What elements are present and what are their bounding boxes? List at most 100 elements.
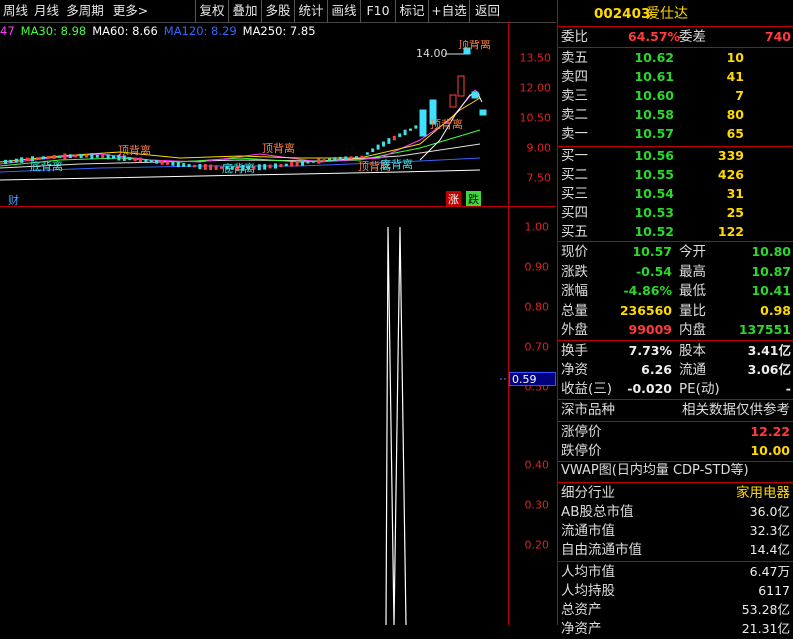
toolbar-item-11[interactable]: +自选: [428, 0, 469, 22]
industry-value[interactable]: 家用电器: [736, 483, 790, 503]
candle: [360, 155, 364, 158]
quote-value: 10.57: [632, 244, 672, 259]
quote-value: -0.54: [635, 263, 672, 279]
weibi-value: 64.57%: [628, 29, 681, 44]
price-tick: 12.00: [519, 81, 552, 95]
asks-row[interactable]: 卖一 10.57 65: [558, 124, 793, 144]
chart-panel[interactable]: 周线 月线 多周期 更多> 复权 叠加 多股 统计 画线 F10 标记 +自选 返回 47 MA30: 8…: [0, 0, 556, 625]
candle: [182, 163, 186, 167]
candle: [209, 164, 213, 171]
toolbar-item-7[interactable]: 统计: [294, 0, 327, 22]
limit-up-tag[interactable]: 涨: [446, 191, 461, 207]
toolbar-item-1[interactable]: 月线: [31, 0, 62, 22]
quote-label: 外盘: [561, 322, 588, 338]
stock-name: 爱仕达: [646, 6, 688, 22]
asks-label: 卖五: [561, 50, 588, 66]
candle: [79, 153, 83, 159]
asks-row[interactable]: 卖三 10.60 7: [558, 86, 793, 106]
candle: [457, 75, 465, 97]
candle: [203, 164, 207, 170]
toolbar-item-2[interactable]: 多周期: [62, 0, 108, 22]
toolbar-item-9[interactable]: F10: [360, 0, 395, 22]
bids-row[interactable]: 买二 10.55 426: [558, 165, 793, 185]
quote-value: -4.86%: [623, 283, 672, 298]
stat-label: 流通: [679, 362, 706, 378]
candle: [214, 165, 218, 170]
toolbar-item-0[interactable]: 周线: [0, 0, 31, 22]
candle: [171, 161, 175, 166]
ma-legend-item: 47: [0, 24, 15, 38]
asks-volume: 7: [735, 88, 744, 103]
limit-row: 涨停价 12.22: [558, 422, 793, 442]
candle: [85, 154, 88, 158]
candle: [106, 154, 110, 160]
quote-label: 最低: [679, 283, 706, 299]
indicator-tick: 1.00: [524, 220, 550, 234]
quote-label: 今开: [679, 244, 706, 260]
candle: [90, 153, 94, 160]
candle: [133, 157, 137, 162]
quote-value: 10.87: [751, 263, 791, 279]
ma-legend-item: MA60: 8.66: [92, 24, 158, 38]
bids-row[interactable]: 买一 10.56 339: [558, 146, 793, 166]
bids-row[interactable]: 买五 10.52 122: [558, 222, 793, 242]
asks-price: 10.57: [634, 126, 674, 141]
quote-label: 量比: [679, 302, 706, 319]
vwap-link[interactable]: VWAP图(日内均量 CDP-STD等): [561, 461, 749, 481]
quote-row: 现价 10.57 今开 10.80: [558, 242, 793, 262]
toolbar-item-12[interactable]: 返回: [469, 0, 505, 22]
stat-row: 净资 6.26 流通 3.06亿: [558, 360, 793, 380]
limit-value: 10.00: [750, 443, 790, 458]
candle: [311, 160, 315, 163]
candle: [166, 161, 169, 165]
candle: [14, 158, 18, 163]
bids-row[interactable]: 买三 10.54 31: [558, 184, 793, 204]
asks-row[interactable]: 卖四 10.61 41: [558, 67, 793, 87]
candle: [290, 161, 294, 167]
divergence-label: 顶背离: [262, 141, 295, 155]
quote-row: 涨幅 -4.86% 最低 10.41: [558, 281, 793, 301]
divergence-label: 顶背离: [118, 143, 151, 157]
vwap-row[interactable]: VWAP图(日内均量 CDP-STD等): [558, 461, 793, 481]
mcap-row: 自由流通市值 14.4亿: [558, 540, 793, 560]
candle: [317, 158, 321, 164]
ma-legend: 47 MA30: 8.98 MA60: 8.66 MA120: 8.29 MA250: …: [0, 22, 556, 40]
asks-row[interactable]: 卖五 10.62 10: [558, 48, 793, 68]
asks-row[interactable]: 卖二 10.58 80: [558, 105, 793, 125]
price-tick: 13.50: [519, 51, 552, 65]
per_capita-label: 净资产: [561, 621, 602, 637]
toolbar-item-3[interactable]: 更多>: [108, 0, 153, 22]
toolbar-item-10[interactable]: 标记: [395, 0, 428, 22]
stat-row: 收益(三) -0.020 PE(动) -: [558, 379, 793, 399]
candle: [387, 138, 391, 144]
asks-price: 10.58: [634, 107, 674, 122]
bids-row[interactable]: 买四 10.53 25: [558, 203, 793, 223]
indicator-tick: 0.30: [524, 498, 550, 512]
ma-yellow-line: [0, 97, 481, 163]
toolbar-item-6[interactable]: 多股: [261, 0, 294, 22]
stat-value: 6.26: [641, 362, 672, 377]
price-chart[interactable]: 14.00 顶背离 顶背离 顶背离顶背离底背离 底背离 顶背离底背离: [0, 40, 508, 205]
stat-value: -0.020: [627, 381, 672, 396]
asks-volume: 10: [726, 50, 744, 65]
per_capita-label: 总资产: [561, 602, 602, 618]
indicator-chart[interactable]: [0, 207, 508, 625]
weicha-value: 740: [764, 29, 791, 44]
toolbar-item-5[interactable]: 叠加: [228, 0, 261, 22]
stock-header: 002403 爱仕达: [558, 4, 793, 26]
asks-volume: 80: [726, 107, 744, 122]
toolbar-item-8[interactable]: 画线: [327, 0, 360, 22]
indicator-tick: 0.80: [524, 300, 550, 314]
limit-down-tag[interactable]: 跌: [466, 191, 481, 207]
bids-label: 买一: [561, 148, 588, 164]
quote-label: 涨跌: [561, 263, 588, 280]
price-tick: 10.50: [519, 111, 552, 125]
toolbar-item-4[interactable]: 复权: [195, 0, 228, 22]
limit-label: 跌停价: [561, 443, 602, 459]
ma-legend-item: MA30: 8.98: [20, 24, 87, 38]
per_capita-label: 人均市值: [561, 564, 615, 580]
candle: [52, 154, 56, 159]
per_capita-row: 人均持股 6117: [558, 581, 793, 601]
quote-label: 最高: [679, 263, 706, 280]
limit-value: 12.22: [750, 424, 790, 439]
